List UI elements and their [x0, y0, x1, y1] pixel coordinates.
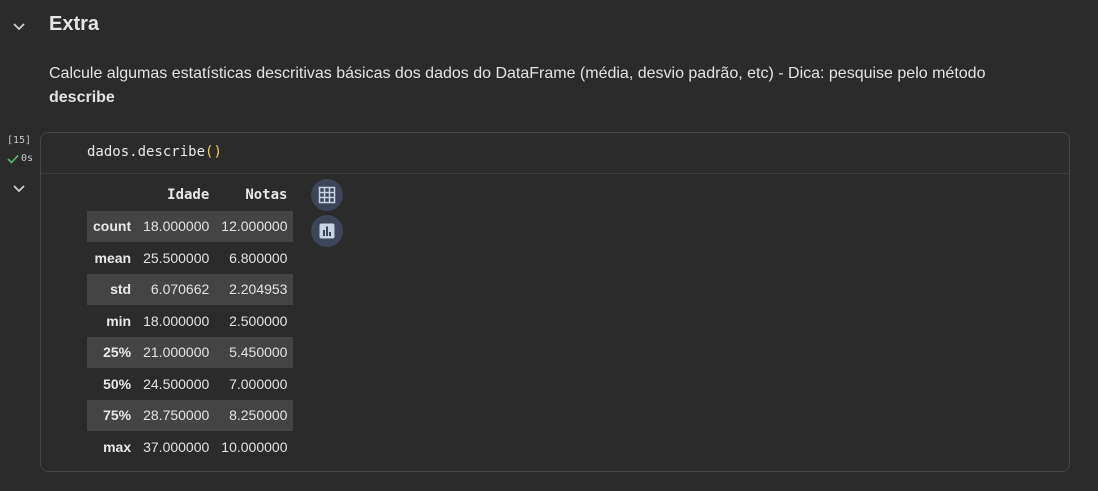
column-header-idade: Idade [167, 186, 210, 203]
section-collapse-button[interactable] [10, 18, 28, 36]
table-row: 25% 21.000000 5.450000 [87, 336, 294, 368]
cell-idade: 18.000000 [143, 218, 210, 235]
row-label: 50% [103, 375, 132, 392]
execution-duration: 0s [21, 153, 34, 164]
cell-idade: 24.500000 [143, 375, 210, 392]
cell-idade: 18.000000 [143, 312, 210, 329]
table-row: mean 25.500000 6.800000 [87, 242, 293, 274]
cell-idade: 28.750000 [143, 407, 210, 424]
bar-chart-icon [319, 223, 335, 239]
row-label: min [106, 312, 132, 329]
cell-idade: 21.000000 [143, 344, 210, 361]
row-label: std [110, 281, 132, 298]
markdown-description: Calcule algumas estatísticas descritivas… [49, 62, 1049, 110]
code-text: dados.describe [87, 144, 206, 160]
row-label: 25% [103, 344, 132, 361]
table-row: count 18.000000 12.000000 [87, 210, 294, 242]
cell-notas: 10.000000 [221, 438, 288, 455]
code-cell: dados.describe() Idade Notas count 18.00… [40, 132, 1070, 472]
row-label: 75% [103, 407, 132, 424]
cell-idade: 6.070662 [150, 281, 210, 298]
table-index-header [87, 179, 137, 211]
table-header-row: Idade Notas [87, 179, 293, 211]
execution-status: 0s [7, 153, 33, 164]
cell-notas: 8.250000 [229, 407, 288, 424]
cell-notas: 2.500000 [229, 312, 288, 329]
cell-notas: 12.000000 [221, 218, 288, 235]
cell-notas: 2.204953 [229, 281, 288, 298]
table-row: max 37.000000 10.000000 [87, 431, 293, 463]
cell-notas: 7.000000 [229, 375, 288, 392]
column-header-notas: Notas [245, 186, 288, 203]
table-row: 50% 24.500000 7.000000 [87, 368, 293, 400]
cell-idade: 25.500000 [143, 249, 210, 266]
dataframe-table: Idade Notas count 18.000000 12.000000 me… [87, 179, 294, 463]
check-icon [7, 154, 19, 164]
cell-notas: 5.450000 [229, 344, 288, 361]
row-label: mean [94, 249, 132, 266]
table-row: 75% 28.750000 8.250000 [87, 399, 294, 431]
table-row: min 18.000000 2.500000 [87, 305, 293, 337]
cell-idade: 37.000000 [143, 438, 210, 455]
convert-to-interactive-table-button[interactable] [311, 179, 343, 211]
output-collapse-button[interactable] [10, 180, 28, 198]
chevron-down-icon [13, 23, 25, 31]
row-label: count [93, 218, 132, 235]
table-row: std 6.070662 2.204953 [87, 273, 294, 305]
description-text: Calcule algumas estatísticas descritivas… [49, 65, 986, 82]
code-parens: () [205, 144, 222, 160]
section-title: Extra [49, 13, 100, 35]
row-label: max [103, 438, 132, 455]
cell-notas: 6.800000 [229, 249, 288, 266]
chevron-down-icon [13, 185, 25, 193]
description-bold-text: describe [49, 89, 115, 106]
table-grid-icon [318, 186, 336, 204]
suggest-charts-button[interactable] [311, 215, 343, 247]
execution-count: [15] [7, 135, 32, 146]
code-editor[interactable]: dados.describe() [41, 133, 1069, 174]
